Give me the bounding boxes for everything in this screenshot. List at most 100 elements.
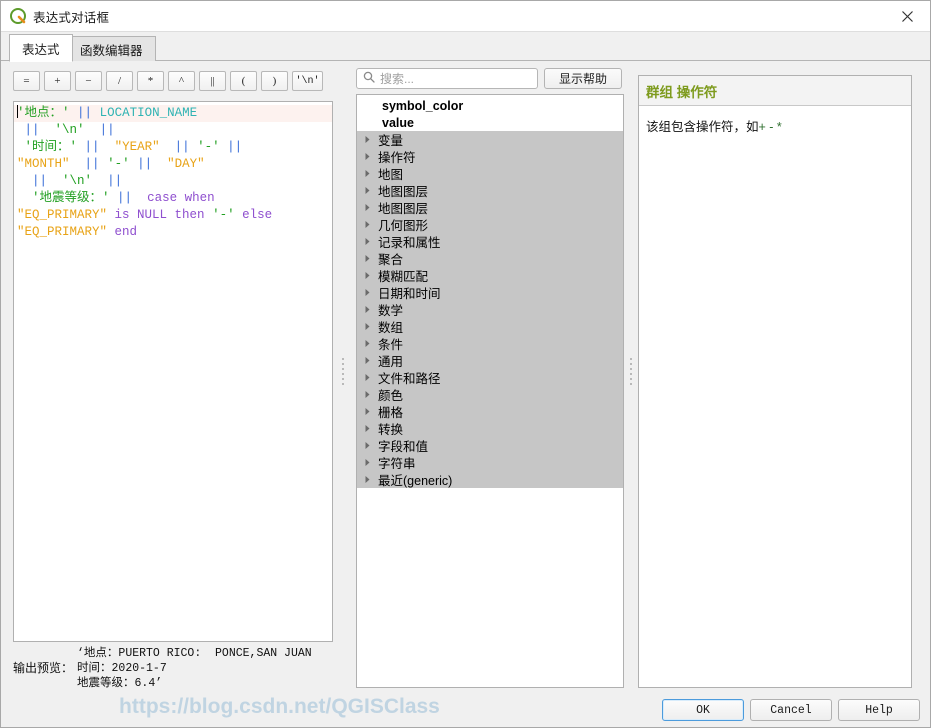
operator-button-label: * <box>147 75 154 87</box>
tree-group-item[interactable]: 日期和时间 <box>357 284 623 301</box>
search-placeholder: 搜索... <box>380 72 415 86</box>
tree-group-item[interactable]: 通用 <box>357 352 623 369</box>
output-preview: 输出预览： ‘地点：PUERTO RICO: PONCE,SAN JUAN 时间：… <box>13 646 343 691</box>
tree-leaf-item[interactable]: value <box>357 114 623 131</box>
operator-button-equals[interactable]: = <box>13 71 40 91</box>
expression-token-pl <box>17 174 32 188</box>
chevron-right-icon[interactable] <box>361 152 374 161</box>
expression-token-pl <box>17 123 25 137</box>
expression-token-fld: "YEAR" <box>114 140 160 154</box>
expression-token-str: '地点：' <box>17 106 70 120</box>
tree-group-item[interactable]: 几何图形 <box>357 216 623 233</box>
operator-button-paren-open[interactable]: ( <box>230 71 257 91</box>
expression-token-op: || <box>24 123 40 137</box>
expression-token-fld: "EQ_PRIMARY" <box>17 225 108 239</box>
expression-token-pl <box>110 191 118 205</box>
chevron-right-icon[interactable] <box>361 322 374 331</box>
chevron-right-icon[interactable] <box>361 203 374 212</box>
tree-group-item[interactable]: 地图图层 <box>357 182 623 199</box>
help-panel-title: 群组 操作符 <box>639 76 911 106</box>
operator-button-power[interactable]: ^ <box>168 71 195 91</box>
tree-group-item[interactable]: 操作符 <box>357 148 623 165</box>
output-preview-label: 输出预览： <box>13 661 74 675</box>
operator-toolbar: = + − / * ^ || () '\n' <box>13 71 333 91</box>
operator-button-label: ^ <box>178 75 185 87</box>
operator-button-minus[interactable]: − <box>75 71 102 91</box>
expression-input[interactable]: '地点：' || LOCATION_NAME || '\n' || '时间：' … <box>13 101 333 642</box>
chevron-right-icon[interactable] <box>361 390 374 399</box>
chevron-right-icon[interactable] <box>361 169 374 178</box>
operator-button-concat[interactable]: || <box>199 71 226 91</box>
operator-button-label: / <box>117 75 122 87</box>
search-row: 搜索... 显示帮助 <box>356 68 624 89</box>
expression-token-pl <box>70 106 78 120</box>
tab-function-editor[interactable]: 函数编辑器 <box>67 36 156 61</box>
tree-group-item[interactable]: 字段和值 <box>357 437 623 454</box>
close-icon[interactable] <box>884 1 930 31</box>
chevron-right-icon[interactable] <box>361 475 374 484</box>
tree-group-item[interactable]: 栅格 <box>357 403 623 420</box>
chevron-right-icon[interactable] <box>361 220 374 229</box>
help-button[interactable]: Help <box>838 699 920 721</box>
expression-line: "MONTH" || '-' || "DAY" <box>14 156 332 173</box>
help-panel: 群组 操作符 该组包含操作符，如+ - * <box>638 75 912 688</box>
expression-token-str: '\n' <box>54 123 85 137</box>
tree-group-item[interactable]: 变量 <box>357 131 623 148</box>
chevron-right-icon[interactable] <box>361 186 374 195</box>
expression-token-pl <box>100 140 115 154</box>
chevron-right-icon[interactable] <box>361 356 374 365</box>
expression-token-op: || <box>77 106 93 120</box>
chevron-right-icon[interactable] <box>361 237 374 246</box>
chevron-right-icon[interactable] <box>361 373 374 382</box>
operator-button-plus[interactable]: + <box>44 71 71 91</box>
tree-group-item[interactable]: 文件和路径 <box>357 369 623 386</box>
tree-group-item[interactable]: 最近(generic) <box>357 471 623 488</box>
chevron-right-icon[interactable] <box>361 288 374 297</box>
operator-button-paren-close[interactable]: ) <box>261 71 288 91</box>
operator-button-newline[interactable]: '\n' <box>292 71 323 91</box>
qgis-logo-icon <box>10 8 26 24</box>
tab-expression[interactable]: 表达式 <box>9 34 73 62</box>
tree-group-item[interactable]: 地图 <box>357 165 623 182</box>
expression-token-pl <box>160 140 175 154</box>
tree-group-item[interactable]: 条件 <box>357 335 623 352</box>
tree-group-item[interactable]: 颜色 <box>357 386 623 403</box>
output-preview-value: ‘地点：PUERTO RICO: PONCE,SAN JUAN 时间：2020-1… <box>77 646 312 691</box>
chevron-right-icon[interactable] <box>361 407 374 416</box>
chevron-right-icon[interactable] <box>361 441 374 450</box>
chevron-right-icon[interactable] <box>361 254 374 263</box>
tab-bar: 表达式 函数编辑器 <box>1 32 930 62</box>
chevron-right-icon[interactable] <box>361 305 374 314</box>
function-tree[interactable]: symbol_color value 变量 操作符 地图 地图图层 地图图层 几何图形 记录和属… <box>356 94 624 688</box>
tree-group-item[interactable]: 地图图层 <box>357 199 623 216</box>
search-input[interactable]: 搜索... <box>356 68 538 89</box>
expression-token-str: '时间：' <box>24 140 78 154</box>
tree-leaf-item[interactable]: symbol_color <box>357 97 623 114</box>
expression-token-str: '-' <box>212 208 235 222</box>
expression-token-pl <box>47 174 62 188</box>
tree-group-item[interactable]: 数学 <box>357 301 623 318</box>
tree-group-item[interactable]: 聚合 <box>357 250 623 267</box>
show-help-button[interactable]: 显示帮助 <box>544 68 622 89</box>
tree-group-item[interactable]: 转换 <box>357 420 623 437</box>
chevron-right-icon[interactable] <box>361 424 374 433</box>
expression-token-pl <box>190 140 198 154</box>
cancel-button[interactable]: Cancel <box>750 699 832 721</box>
ok-button[interactable]: OK <box>662 699 744 721</box>
help-button-label: Help <box>865 703 893 717</box>
expression-token-col: LOCATION_NAME <box>99 106 198 120</box>
operator-button-divide[interactable]: / <box>106 71 133 91</box>
operator-button-multiply[interactable]: * <box>137 71 164 91</box>
chevron-right-icon[interactable] <box>361 271 374 280</box>
tree-group-item[interactable]: 记录和属性 <box>357 233 623 250</box>
chevron-right-icon[interactable] <box>361 135 374 144</box>
splitter-left[interactable] <box>337 101 348 642</box>
splitter-right[interactable] <box>625 101 636 642</box>
tree-group-item[interactable]: 模糊匹配 <box>357 267 623 284</box>
chevron-right-icon[interactable] <box>361 458 374 467</box>
chevron-right-icon[interactable] <box>361 339 374 348</box>
show-help-label: 显示帮助 <box>558 72 607 86</box>
expression-token-str: '\n' <box>62 174 93 188</box>
tree-group-item[interactable]: 数组 <box>357 318 623 335</box>
tree-group-item[interactable]: 字符串 <box>357 454 623 471</box>
